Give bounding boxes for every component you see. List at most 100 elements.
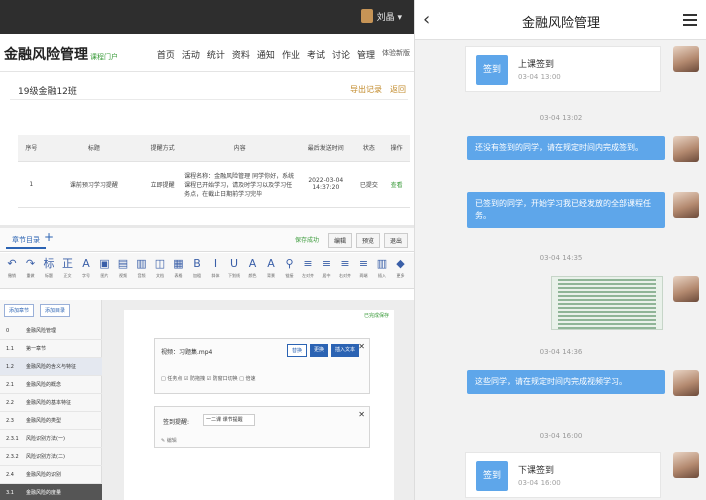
exit-button[interactable]: 退出: [383, 233, 408, 248]
outline-text: 金融风险的含义与特征: [26, 364, 77, 370]
avatar: [673, 370, 699, 396]
toolbar-button[interactable]: ▤ 视频: [115, 257, 131, 283]
outline-item[interactable]: 1.2 金融风险的含义与特征: [0, 358, 102, 376]
close-icon[interactable]: ✕: [358, 342, 365, 351]
save-status: 保存成功: [294, 237, 319, 244]
checkin-card-start[interactable]: 签到 上课签到 03-04 13:00: [465, 46, 661, 92]
toolbar-button[interactable]: B 加粗: [189, 257, 205, 283]
col-content: 内容: [182, 135, 298, 162]
outline-number: 2.3: [6, 417, 14, 424]
toolbar-button[interactable]: ⚲ 链接: [282, 257, 298, 283]
toolbar-button[interactable]: ≡ 右对齐: [337, 257, 353, 283]
course-header: 金融风险管理 课程门户 首页 活动 统计 资料 通知 作业 考试 讨论 管理 体验…: [0, 34, 414, 72]
editor-actions: 保存成功 编辑 预览 退出: [290, 233, 408, 248]
outline-item[interactable]: 2.1 金融风险的概念: [0, 376, 102, 394]
card-time: 03-04 13:00: [518, 73, 561, 81]
outline-item[interactable]: 2.3.2 风险识别方法(二): [0, 448, 102, 466]
toolbar-button[interactable]: ≡ 居中: [319, 257, 335, 283]
toolbar-button[interactable]: ↷ 重做: [23, 257, 39, 283]
timestamp: 03-04 14:36: [539, 348, 583, 356]
toolbar-button[interactable]: ▣ 图片: [97, 257, 113, 283]
export-records-link[interactable]: 导出记录: [350, 84, 382, 95]
video-replace-button[interactable]: 替换: [286, 344, 307, 357]
toolbar-button[interactable]: ▦ 表格: [171, 257, 187, 283]
col-title: 标题: [44, 135, 144, 162]
toolbar-button[interactable]: I 斜体: [208, 257, 224, 283]
outline-actions: 添加章节 添加目录: [4, 304, 71, 317]
insert-text-button[interactable]: 插入文本: [330, 344, 359, 357]
nav-exam[interactable]: 考试: [307, 48, 325, 61]
add-chapter-button[interactable]: 添加章节: [4, 304, 35, 317]
nav-materials[interactable]: 资料: [232, 48, 250, 61]
sign-edit-link[interactable]: ✎ 编辑: [161, 437, 177, 444]
outline-item[interactable]: 2.2 金融风险的基本特征: [0, 394, 102, 412]
sign-reminder-block[interactable]: 签到提醒: 一二课 课节提醒 ✕ ✎ 编辑: [154, 406, 370, 448]
outline-item[interactable]: 1.1 第一章节: [0, 340, 102, 358]
video-change-button[interactable]: 更换: [309, 344, 328, 357]
outline-text: 金融风险的基本特征: [26, 400, 72, 406]
checkin-card-end[interactable]: 签到 下课签到 03-04 16:00: [465, 452, 661, 498]
toolbar-button[interactable]: 标标题: [41, 257, 57, 283]
sign-input[interactable]: 一二课 课节提醒: [203, 414, 255, 426]
toolbar-button[interactable]: 正正文: [60, 257, 76, 283]
col-status: 状态: [354, 135, 384, 162]
toolbar-icon: ≡: [358, 257, 369, 270]
outline-number: 1.2: [6, 363, 14, 370]
col-method: 提醒方式: [143, 135, 183, 162]
user-menu[interactable]: 刘晶 ▾: [360, 9, 402, 23]
toolbar-button[interactable]: ◫ 文档: [152, 257, 168, 283]
chat-title: 金融风险管理: [521, 16, 600, 31]
add-tab-button[interactable]: +: [44, 230, 54, 244]
toolbar-button[interactable]: ▥ 插入: [374, 257, 390, 283]
table-row: 1 课前预习学习提醒 立即提醒 课程名称：金融风险管理 同学你好，系统课程已开始…: [18, 161, 410, 208]
nav-activity[interactable]: 活动: [182, 48, 200, 61]
view-link[interactable]: 查看: [383, 161, 410, 208]
toolbar-label: 图片: [100, 273, 109, 278]
toolbar-button[interactable]: U 下划线: [226, 257, 242, 283]
toolbar-label: 正文: [63, 273, 72, 278]
outline-item[interactable]: 2.4 金融风险的识别: [0, 466, 102, 484]
sign-label: 签到提醒:: [163, 419, 190, 426]
outline-text: 金融风险的类型: [26, 418, 62, 424]
toolbar-button[interactable]: A 字号: [78, 257, 94, 283]
tab-chapter-directory[interactable]: 章节目录: [6, 233, 46, 249]
desktop-panel: 刘晶 ▾ 金融风险管理 课程门户 首页 活动 统计 资料 通知 作业 考试 讨论 …: [0, 0, 414, 500]
col-index: 序号: [18, 135, 45, 162]
toolbar-button[interactable]: ↶ 撤销: [4, 257, 20, 283]
image-message[interactable]: [551, 276, 663, 330]
col-time: 最后发送时间: [297, 135, 355, 162]
toolbar-button[interactable]: ≡ 两端: [356, 257, 372, 283]
nav-manage[interactable]: 管理: [357, 48, 375, 61]
editor-canvas: 已完成保存 视频：习题集.mp4 替换 更换 插入文本 ✕ □ 任务点 ☑ 防拖…: [102, 300, 414, 500]
cell-status: 已提交: [354, 161, 384, 208]
nav-discussion[interactable]: 讨论: [332, 48, 350, 61]
outline-item[interactable]: 3.1 金融风险的度量: [0, 484, 102, 500]
toolbar-button[interactable]: A 颜色: [245, 257, 261, 283]
outline-item[interactable]: 2.3.1 风险识别方法(一): [0, 430, 102, 448]
video-options[interactable]: □ 任务点 ☑ 防拖拽 ☑ 防窗口切换 □ 倍速: [161, 375, 256, 382]
toolbar-icon: A: [248, 257, 257, 270]
toolbar-button[interactable]: ▥ 音频: [134, 257, 150, 283]
add-directory-button[interactable]: 添加目录: [40, 304, 71, 317]
outline-item[interactable]: 0 金融风险管理: [0, 322, 102, 340]
outline-item[interactable]: 2.3 金融风险的类型: [0, 412, 102, 430]
avatar: [673, 452, 699, 478]
nav-new-version[interactable]: 体验新版: [382, 48, 410, 61]
nav-stats[interactable]: 统计: [207, 48, 225, 61]
preview-button[interactable]: 预览: [355, 233, 380, 248]
toolbar-button[interactable]: ◆ 更多: [393, 257, 409, 283]
nav-homework[interactable]: 作业: [282, 48, 300, 61]
user-avatar-icon: [360, 9, 373, 23]
close-icon[interactable]: ✕: [358, 410, 365, 419]
back-link[interactable]: 返回: [390, 84, 406, 95]
toolbar-button[interactable]: ≡ 左对齐: [300, 257, 316, 283]
hamburger-icon[interactable]: [683, 14, 697, 29]
edit-button[interactable]: 编辑: [327, 233, 352, 248]
video-block[interactable]: 视频：习题集.mp4 替换 更换 插入文本 ✕ □ 任务点 ☑ 防拖拽 ☑ 防窗…: [154, 338, 370, 394]
toolbar-icon: B: [193, 257, 201, 270]
nav-notice[interactable]: 通知: [257, 48, 275, 61]
nav-home[interactable]: 首页: [157, 48, 175, 61]
toolbar-button[interactable]: A 背景: [263, 257, 279, 283]
outline-number: 2.3.2: [6, 453, 19, 460]
col-action: 操作: [383, 135, 410, 162]
